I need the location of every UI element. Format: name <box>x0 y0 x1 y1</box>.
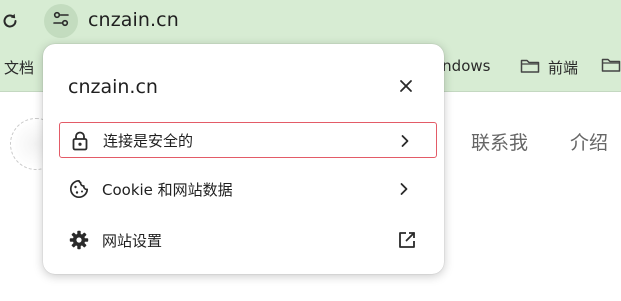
popup-title: cnzain.cn <box>68 76 158 98</box>
address-bar-url[interactable]: cnzain.cn <box>88 9 179 31</box>
bookmark-windows[interactable]: indows <box>438 57 490 75</box>
tune-icon <box>52 10 70 32</box>
cookie-icon <box>69 179 89 199</box>
site-info-button[interactable] <box>44 4 78 38</box>
cookies-site-data-label: Cookie 和网站数据 <box>102 180 233 199</box>
connection-secure-row[interactable]: 连接是安全的 <box>59 122 437 158</box>
site-settings-row[interactable]: 网站设置 <box>59 222 437 258</box>
bookmark-label: 文档 <box>4 59 35 77</box>
bookmark-folder-partial[interactable] <box>601 57 621 77</box>
bookmark-frontend[interactable]: 前端 <box>520 57 578 78</box>
chevron-right-icon <box>395 180 413 198</box>
folder-icon <box>520 58 540 78</box>
reload-icon[interactable] <box>0 11 20 31</box>
chevron-right-icon <box>396 132 414 150</box>
nav-link-contact[interactable]: 联系我 <box>471 128 528 155</box>
connection-secure-label: 连接是安全的 <box>103 131 194 150</box>
site-info-popup: cnzain.cn 连接是安全的 Cookie 和网站数据 网站设置 <box>43 44 444 274</box>
browser-toolbar: cnzain.cn <box>0 0 621 42</box>
bookmark-label: 前端 <box>548 59 579 77</box>
lock-icon <box>70 131 90 151</box>
bookmark-docs[interactable]: 文档 <box>4 57 34 78</box>
gear-icon <box>69 230 89 250</box>
cookies-site-data-row[interactable]: Cookie 和网站数据 <box>59 171 437 207</box>
open-external-icon <box>397 230 417 250</box>
close-button[interactable] <box>395 76 417 98</box>
site-settings-label: 网站设置 <box>102 231 163 250</box>
close-icon <box>399 78 413 97</box>
nav-link-about[interactable]: 介绍 <box>570 128 608 155</box>
bookmark-label: indows <box>438 57 491 75</box>
folder-icon <box>601 57 621 77</box>
